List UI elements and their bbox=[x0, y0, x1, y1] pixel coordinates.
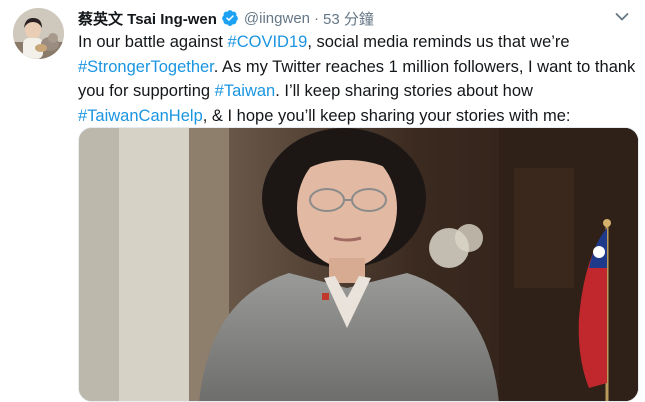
hashtag-link[interactable]: #COVID19 bbox=[228, 33, 308, 51]
hashtag-link[interactable]: #StrongerTogether bbox=[78, 58, 214, 76]
chevron-down-icon[interactable] bbox=[615, 9, 629, 21]
tweet-text-part: , & I hope you’ll keep sharing your stor… bbox=[202, 106, 571, 125]
hashtag-link[interactable]: #TaiwanCanHelp bbox=[78, 107, 203, 125]
tweet-text-part: . I’ll keep sharing stories about how bbox=[275, 82, 533, 100]
avatar-image bbox=[13, 8, 64, 59]
author-display-name[interactable]: 蔡英文 Tsai Ing-wen bbox=[78, 8, 217, 29]
video-still-image bbox=[79, 128, 638, 401]
tweet-text-part: , social media reminds us that we’re bbox=[307, 33, 570, 51]
tweet-media-video[interactable] bbox=[78, 127, 639, 402]
hashtag-link[interactable]: #Taiwan bbox=[215, 82, 276, 100]
tweet[interactable]: 蔡英文 Tsai Ing-wen @iingwen · 53 分鐘 In our… bbox=[0, 0, 645, 402]
tweet-text: In our battle against #COVID19, social m… bbox=[78, 30, 638, 128]
tweet-header: 蔡英文 Tsai Ing-wen @iingwen · 53 分鐘 bbox=[78, 6, 374, 30]
author-handle[interactable]: @iingwen bbox=[244, 10, 310, 27]
tweet-text-part: In our battle against bbox=[78, 33, 228, 51]
verified-badge-icon bbox=[221, 9, 239, 27]
header-separator: · bbox=[314, 9, 319, 27]
avatar[interactable] bbox=[13, 8, 64, 59]
tweet-timestamp[interactable]: 53 分鐘 bbox=[323, 8, 374, 29]
